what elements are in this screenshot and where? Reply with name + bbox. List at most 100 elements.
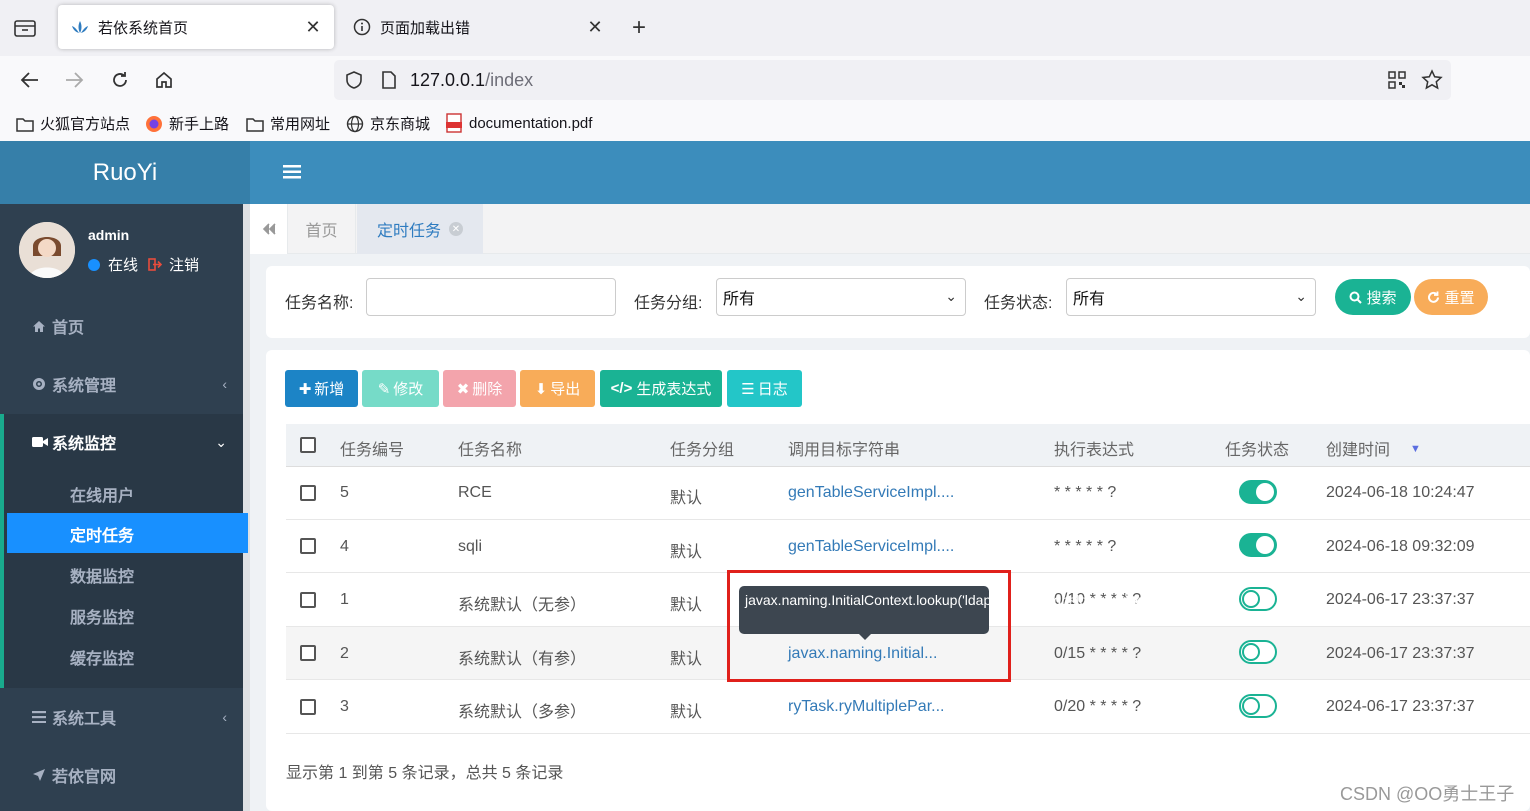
- submenu-server-monitor[interactable]: 服务监控: [70, 604, 134, 628]
- bookmark-jd[interactable]: 京东商城: [346, 113, 430, 134]
- add-button[interactable]: ✚ 新增: [285, 370, 358, 407]
- cell-job-group: 默认: [670, 597, 703, 614]
- video-camera-icon: [32, 436, 48, 448]
- cell-job-name: 系统默认（多参）: [458, 704, 587, 721]
- job-name-input[interactable]: [366, 278, 616, 316]
- bookmark-common-sites[interactable]: 常用网址: [246, 113, 330, 134]
- submenu-data-monitor[interactable]: 数据监控: [70, 563, 134, 587]
- col-cron-expression[interactable]: 执行表达式: [1054, 436, 1134, 460]
- download-icon: ⬇: [534, 380, 548, 398]
- home-button[interactable]: [150, 66, 178, 94]
- menu-system-monitor[interactable]: 系统监控 ⌄: [0, 422, 243, 462]
- status-toggle[interactable]: [1239, 694, 1277, 718]
- status-toggle[interactable]: [1239, 533, 1277, 557]
- menu-label: 系统监控: [52, 436, 117, 453]
- logout-icon[interactable]: [148, 258, 163, 271]
- sort-desc-icon[interactable]: ▼: [1410, 443, 1421, 455]
- bookmark-firefox-official[interactable]: 火狐官方站点: [16, 113, 130, 134]
- browser-tab-ruoyi[interactable]: 若依系统首页 ✕: [58, 5, 334, 49]
- status-toggle[interactable]: [1239, 587, 1277, 611]
- row-checkbox[interactable]: [300, 485, 316, 501]
- cell-job-name: RCE: [458, 484, 492, 501]
- logout-link[interactable]: 注销: [169, 254, 199, 275]
- page-icon[interactable]: [380, 70, 398, 93]
- chevron-down-icon: ⌄: [945, 288, 957, 304]
- menu-system-tools[interactable]: 系统工具 ‹: [0, 697, 243, 737]
- shield-icon[interactable]: [344, 70, 364, 93]
- reset-button[interactable]: 重置: [1414, 279, 1488, 315]
- close-tab-icon[interactable]: ✕: [586, 17, 604, 38]
- menu-label: 系统工具: [52, 711, 117, 728]
- select-all-checkbox[interactable]: [300, 437, 316, 453]
- cell-cron: 0/15 * * * * ?: [1054, 645, 1142, 662]
- new-tab-button[interactable]: +: [632, 14, 646, 42]
- job-status-select[interactable]: 所有 ⌄: [1066, 278, 1316, 316]
- online-dot-icon: [88, 258, 100, 271]
- col-job-status[interactable]: 任务状态: [1225, 436, 1289, 460]
- generate-cron-label: 生成表达式: [636, 381, 712, 398]
- sidebar-scrollbar[interactable]: [243, 204, 250, 811]
- col-create-time[interactable]: 创建时间: [1326, 436, 1390, 460]
- cell-invoke-target[interactable]: genTableServiceImpl....: [788, 484, 954, 502]
- bookmark-label: documentation.pdf: [469, 114, 593, 132]
- chevron-down-icon: ⌄: [215, 433, 227, 450]
- col-invoke-target[interactable]: 调用目标字符串: [788, 436, 900, 460]
- menu-ruoyi-site[interactable]: 若依官网: [0, 755, 243, 795]
- job-group-select[interactable]: 所有 ⌄: [716, 278, 966, 316]
- back-button[interactable]: [16, 66, 44, 94]
- generate-cron-button[interactable]: </> 生成表达式: [600, 370, 722, 407]
- job-status-value: 所有: [1073, 291, 1106, 308]
- edit-button[interactable]: ✎ 修改: [362, 370, 439, 407]
- delete-button[interactable]: ✖ 删除: [443, 370, 516, 407]
- close-tab-icon[interactable]: ✕: [304, 17, 322, 38]
- app-logo[interactable]: RuoYi: [0, 141, 250, 204]
- content-tab-scheduled-jobs[interactable]: 定时任务 ✕: [357, 204, 483, 254]
- bars-icon: [32, 711, 48, 723]
- menu-system-manage[interactable]: 系统管理 ‹: [0, 364, 243, 404]
- cell-invoke-target[interactable]: genTableServiceImpl....: [788, 538, 954, 556]
- url-text[interactable]: 127.0.0.1/index: [410, 70, 533, 91]
- col-job-group[interactable]: 任务分组: [670, 436, 734, 460]
- submenu-scheduled-jobs[interactable]: 定时任务: [70, 522, 134, 546]
- content-tab-home[interactable]: 首页: [288, 204, 356, 254]
- status-toggle[interactable]: [1239, 640, 1277, 664]
- row-checkbox[interactable]: [300, 592, 316, 608]
- row-checkbox[interactable]: [300, 699, 316, 715]
- gear-icon: [32, 377, 48, 391]
- reload-button[interactable]: [106, 66, 134, 94]
- add-button-label: 新增: [314, 381, 345, 398]
- menu-home[interactable]: 首页: [0, 306, 243, 346]
- tabs-scroll-left-button[interactable]: [250, 204, 288, 254]
- close-tab-icon[interactable]: ✕: [449, 222, 463, 236]
- bookmark-star-icon[interactable]: [1421, 69, 1443, 94]
- row-checkbox[interactable]: [300, 538, 316, 554]
- search-button[interactable]: 搜索: [1335, 279, 1411, 315]
- cell-invoke-target[interactable]: ryTask.ryMultiplePar...: [788, 698, 944, 716]
- row-checkbox[interactable]: [300, 645, 316, 661]
- col-job-id[interactable]: 任务编号: [340, 436, 404, 460]
- list-icon: ☰: [741, 380, 755, 398]
- forward-button[interactable]: [60, 66, 88, 94]
- submenu-online-users[interactable]: 在线用户: [70, 482, 134, 506]
- cell-cron: * * * * * ?: [1054, 484, 1117, 501]
- location-arrow-icon: [32, 768, 48, 782]
- avatar: [19, 222, 75, 278]
- log-button[interactable]: ☰ 日志: [727, 370, 802, 407]
- status-toggle[interactable]: [1239, 480, 1277, 504]
- cell-job-group: 默认: [670, 704, 703, 721]
- submenu-cache-monitor[interactable]: 缓存监控: [70, 645, 134, 669]
- job-group-label: 任务分组:: [634, 295, 703, 312]
- bookmark-getting-started[interactable]: 新手上路: [145, 113, 229, 134]
- toggle-knob: [1256, 483, 1274, 501]
- chevron-left-icon: ‹: [222, 376, 227, 392]
- browser-tab-error[interactable]: 页面加载出错 ✕: [340, 5, 616, 49]
- menu-toggle-icon[interactable]: [283, 165, 301, 179]
- browser-tab-title: 页面加载出错: [380, 19, 471, 37]
- export-button[interactable]: ⬇ 导出: [520, 370, 595, 407]
- bookmark-label: 京东商城: [370, 116, 431, 133]
- qr-code-icon[interactable]: [1387, 70, 1407, 93]
- toggle-knob: [1242, 590, 1260, 608]
- col-job-name[interactable]: 任务名称: [458, 436, 522, 460]
- bookmark-documentation-pdf[interactable]: documentation.pdf: [445, 113, 592, 133]
- tab-list-icon[interactable]: [14, 18, 36, 38]
